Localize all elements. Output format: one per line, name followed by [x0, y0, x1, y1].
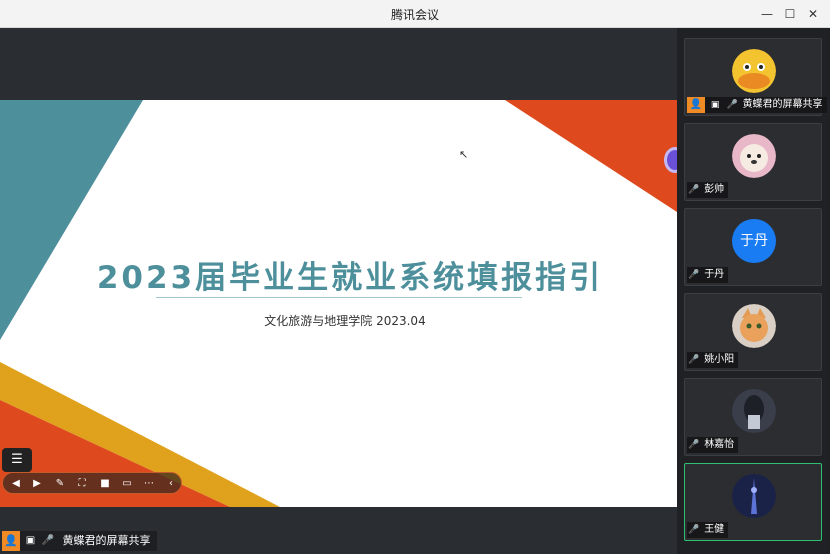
participant-name-label: 🎤 林嘉怡: [687, 437, 739, 453]
participant-name-label: 🎤 彭帅: [687, 182, 729, 198]
mic-icon: 🎤: [41, 535, 55, 546]
participant-tile[interactable]: 🎤 姚小阳: [684, 293, 822, 371]
shared-screen-area: ↖ 2023届毕业生就业系统填报指引 文化旅游与地理学院 2023.04 ☰ ◀…: [0, 28, 677, 554]
photo-avatar: [732, 389, 776, 433]
orange-triangle-top: [505, 100, 677, 212]
tower-avatar: [732, 474, 776, 518]
meeting-window: 腾讯会议 — ☐ ✕ ↖ 2023届毕业生就业系统填报指引 文化旅游与地理学院 …: [0, 0, 830, 554]
presentation-toolbar: ◀ ▶ ✎ ⛶ ■ ▭ ⋯ ‹: [2, 472, 182, 494]
minimize-button[interactable]: —: [758, 5, 776, 23]
presenter-label: 👤 ▣ 🎤 黄蝶君的屏幕共享: [2, 531, 157, 551]
prev-icon[interactable]: ◀: [9, 477, 23, 491]
mouse-cursor-icon: ↖: [459, 148, 469, 161]
mic-icon: 🎤: [688, 185, 700, 195]
chat-icon[interactable]: ▭: [120, 477, 134, 491]
maximize-button[interactable]: ☐: [781, 5, 799, 23]
dog-avatar: [732, 134, 776, 178]
more-icon[interactable]: ⋯: [142, 477, 156, 491]
play-icon[interactable]: ▶: [30, 477, 44, 491]
participant-tile[interactable]: 🎤 彭帅: [684, 123, 822, 201]
mic-muted-icon: 🎤: [688, 440, 700, 450]
participant-name-label: 🎤 姚小阳: [687, 352, 739, 368]
mic-icon: 🎤: [726, 100, 738, 110]
fullscreen-icon[interactable]: ⛶: [75, 477, 89, 491]
screen-share-icon: ▣: [710, 100, 720, 110]
slide-title: 2023届毕业生就业系统填报指引: [96, 260, 604, 296]
collapse-icon[interactable]: ‹: [164, 477, 178, 491]
cat-avatar: [732, 304, 776, 348]
slide-menu-button[interactable]: ☰: [2, 448, 32, 472]
window-title: 腾讯会议: [390, 8, 439, 22]
text-avatar: 于丹: [732, 219, 776, 263]
host-icon: 👤: [2, 531, 20, 551]
mic-speaking-icon: 🎤: [688, 525, 700, 535]
title-bar: 腾讯会议 — ☐ ✕: [0, 0, 830, 28]
participant-tile-active[interactable]: 🎤 王健: [684, 463, 822, 541]
screen-share-icon: ▣: [25, 535, 36, 546]
presentation-slide: ↖ 2023届毕业生就业系统填报指引 文化旅游与地理学院 2023.04: [0, 100, 677, 507]
close-button[interactable]: ✕: [804, 5, 822, 23]
participant-tile[interactable]: 于丹 🎤 于丹: [684, 208, 822, 286]
participant-tile[interactable]: 🎤 林嘉怡: [684, 378, 822, 456]
mic-muted-icon: 🎤: [688, 270, 700, 280]
slide-subtitle: 文化旅游与地理学院 2023.04: [264, 314, 426, 328]
participant-tile[interactable]: 👤 ▣ 🎤 黄蝶君的屏幕共享: [684, 38, 827, 116]
pen-icon[interactable]: ✎: [53, 477, 67, 491]
participant-name-label: 👤 ▣ 🎤 黄蝶君的屏幕共享: [687, 97, 827, 113]
host-icon: 👤: [687, 97, 705, 113]
participant-panel: 👤 ▣ 🎤 黄蝶君的屏幕共享 🎤 彭帅 于丹 🎤 于丹 🎤 姚小阳 🎤 林嘉怡 …: [677, 28, 830, 554]
participant-name-label: 🎤 王健: [687, 522, 729, 538]
slide-divider: [156, 297, 522, 298]
teal-triangle: [0, 100, 143, 340]
camera-icon[interactable]: ■: [98, 477, 112, 491]
slide-background: [0, 100, 677, 507]
participant-name-label: 🎤 于丹: [687, 267, 729, 283]
mic-muted-icon: 🎤: [688, 355, 700, 365]
duck-avatar: [732, 49, 776, 93]
